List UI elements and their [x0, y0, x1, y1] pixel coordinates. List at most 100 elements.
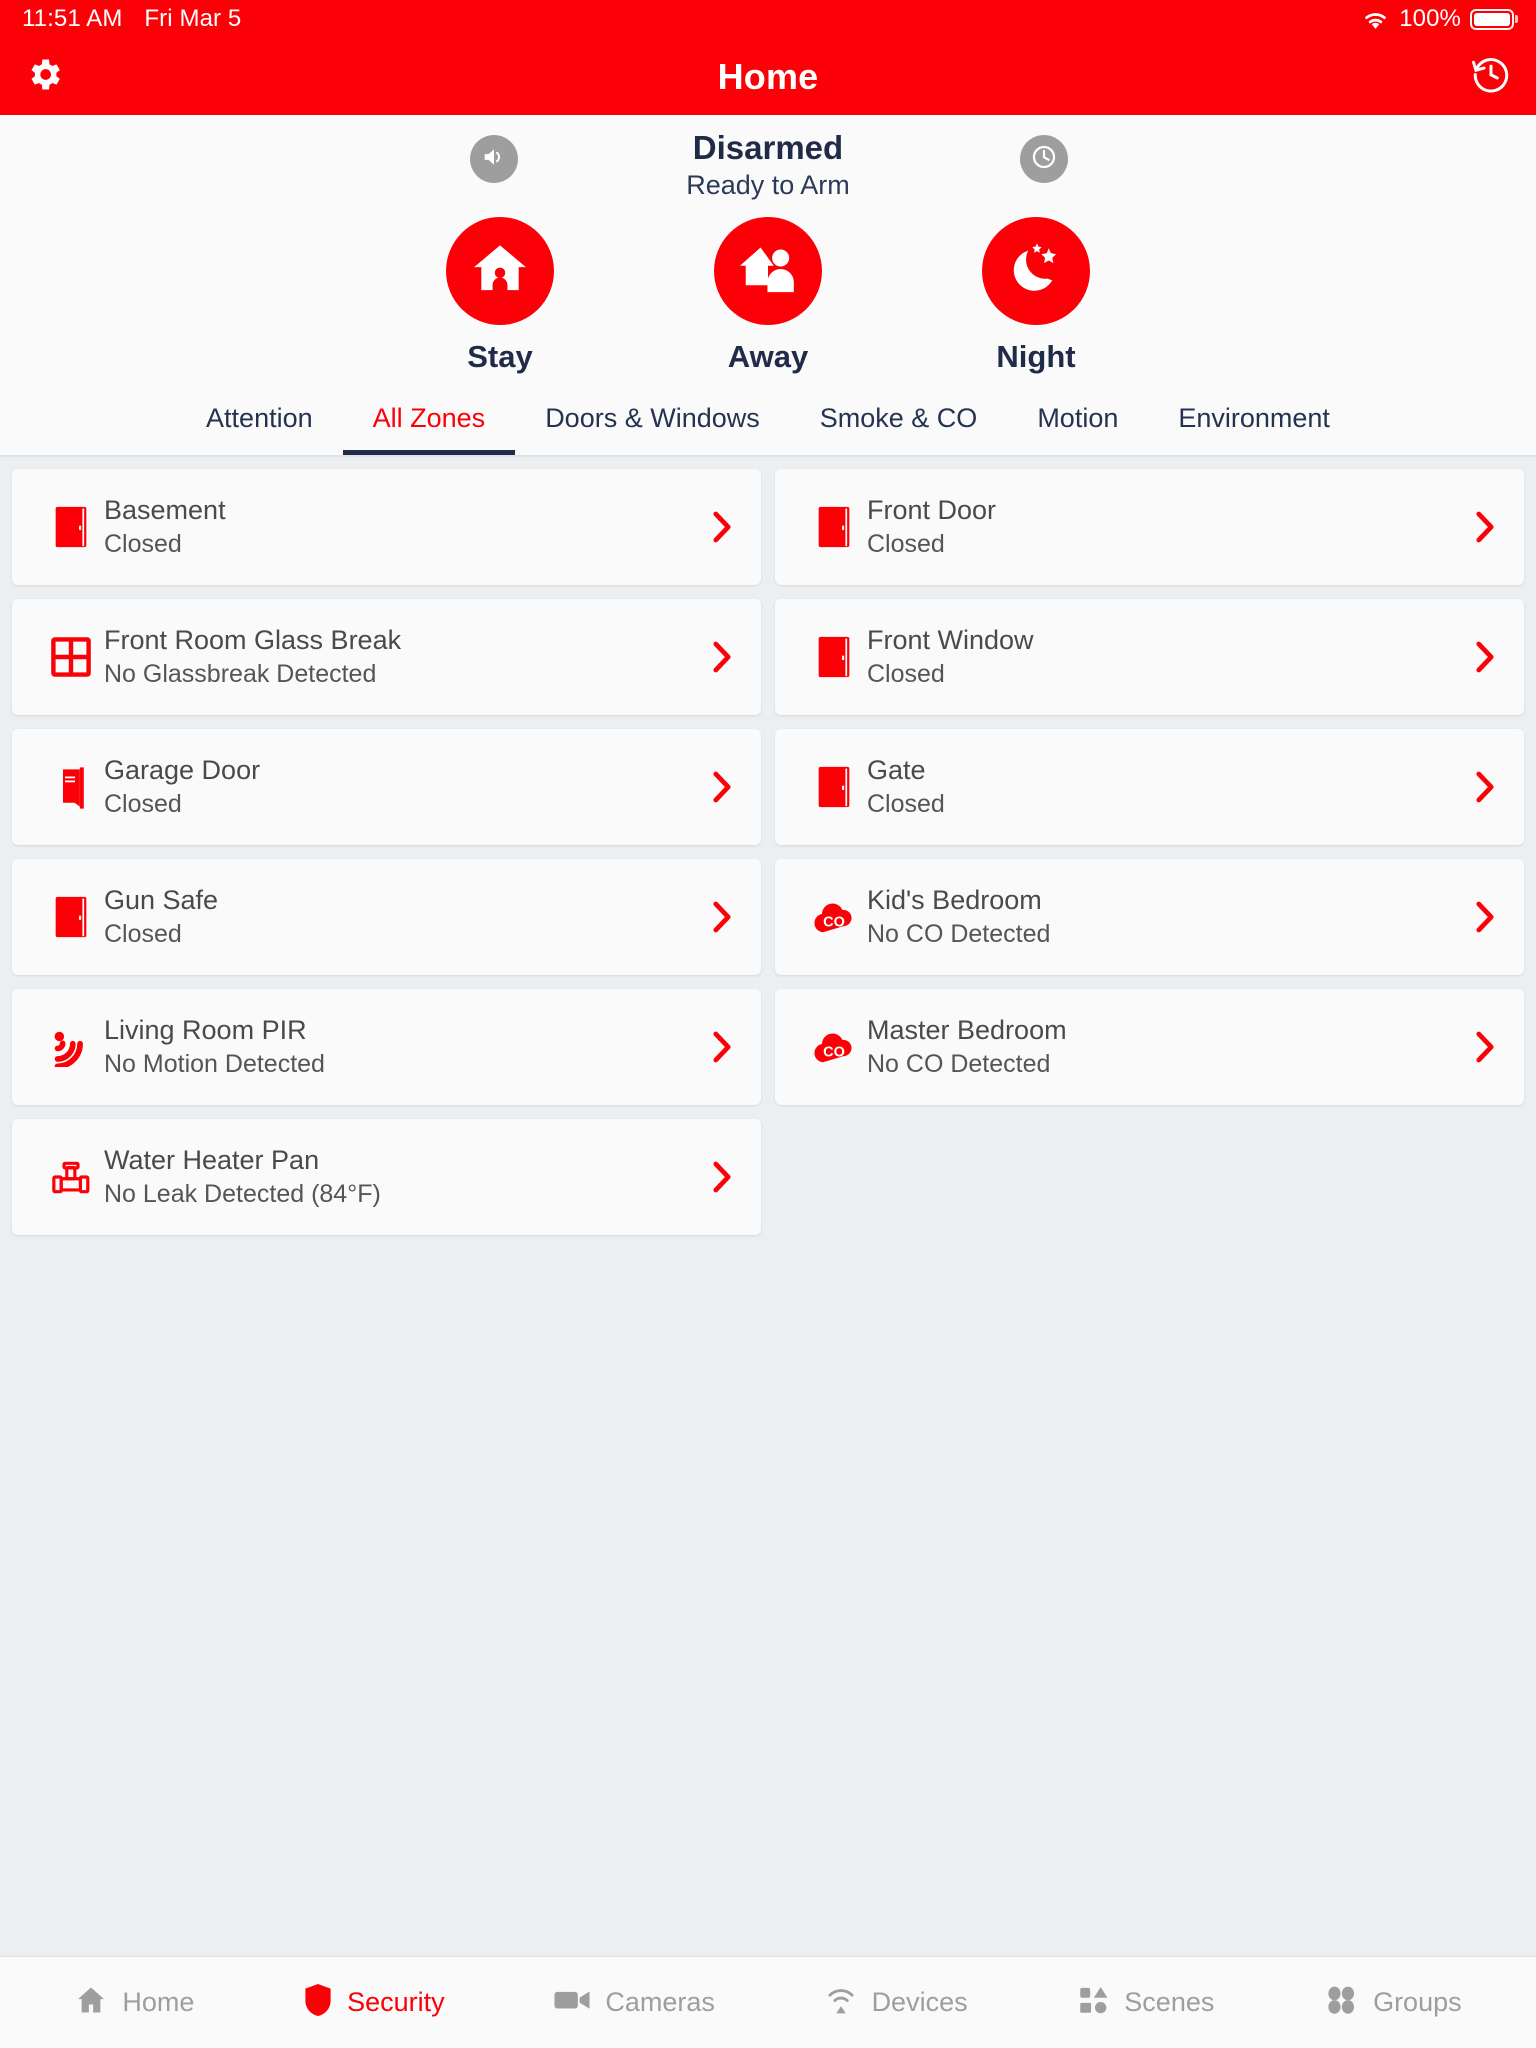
zone-name: Basement — [104, 494, 226, 525]
tab-motion[interactable]: Motion — [1007, 393, 1148, 455]
zone-state: No CO Detected — [867, 1049, 1051, 1078]
chevron-right-icon[interactable] — [1468, 770, 1502, 804]
window-icon — [38, 635, 104, 679]
zone-text: Water Heater Pan No Leak Detected (84°F) — [104, 1145, 705, 1208]
bottom-nav-item-security[interactable]: Security — [303, 1982, 445, 2023]
groups-icon — [1323, 1983, 1359, 2022]
zone-name: Front Door — [867, 494, 997, 525]
bottom-nav-label: Security — [347, 1987, 445, 2017]
zone-card[interactable]: Garage Door Closed — [12, 729, 761, 845]
status-bar-right: 100% — [1361, 5, 1514, 33]
bottom-nav-label: Devices — [871, 1987, 968, 2017]
tab-all-zones[interactable]: All Zones — [342, 393, 516, 455]
zone-state: Closed — [104, 919, 182, 948]
bottom-nav-label: Home — [122, 1987, 195, 2017]
tab-attention[interactable]: Attention — [176, 393, 343, 455]
chevron-right-icon[interactable] — [1468, 510, 1502, 544]
arm-away-button[interactable]: Away — [668, 217, 868, 375]
zone-state: No Leak Detected (84°F) — [104, 1179, 381, 1208]
status-bar: 11:51 AM Fri Mar 5 100% — [0, 0, 1536, 38]
motion-icon — [38, 1027, 104, 1067]
co-icon: CO — [801, 1027, 867, 1067]
zone-card[interactable]: Front Room Glass Break No Glassbreak Dete… — [12, 599, 761, 715]
arm-stay-label: Stay — [467, 339, 533, 374]
tab-doors-windows[interactable]: Doors & Windows — [515, 393, 790, 455]
bottom-nav-bar: Home Security Cameras Devices Scenes Groups — [0, 1956, 1536, 2048]
tab-smoke-co[interactable]: Smoke & CO — [790, 393, 1008, 455]
zone-name: Kid's Bedroom — [867, 884, 1042, 915]
house-icon — [74, 1983, 108, 2022]
speaker-icon — [480, 143, 508, 176]
zone-text: Gate Closed — [867, 754, 1468, 818]
timer-button[interactable] — [1020, 135, 1068, 183]
chevron-right-icon[interactable] — [1468, 1030, 1502, 1064]
door-icon — [38, 504, 104, 550]
arm-stay-button[interactable]: Stay — [400, 217, 600, 375]
chevron-right-icon[interactable] — [705, 510, 739, 544]
zone-card[interactable]: Basement Closed — [12, 469, 761, 585]
zone-card[interactable]: Living Room PIR No Motion Detected — [12, 989, 761, 1105]
zone-name: Living Room PIR — [104, 1014, 307, 1045]
bottom-nav-item-groups[interactable]: Groups — [1323, 1983, 1462, 2022]
water-pipe-icon — [38, 1156, 104, 1198]
battery-icon — [1470, 8, 1514, 30]
zone-text: Garage Door Closed — [104, 755, 705, 818]
zone-card[interactable]: Gate Closed — [775, 729, 1524, 845]
zone-card[interactable]: Gun Safe Closed — [12, 859, 761, 975]
arm-night-label: Night — [996, 339, 1076, 374]
system-status-row: Disarmed Ready to Arm — [0, 129, 1536, 202]
zone-card[interactable]: CO Kid's Bedroom No CO Detected — [775, 859, 1524, 975]
wifi-icon — [1361, 8, 1390, 30]
system-status-sub: Ready to Arm — [686, 169, 850, 200]
zone-text: Basement Closed — [104, 494, 705, 558]
chevron-right-icon[interactable] — [705, 1030, 739, 1064]
svg-text:CO: CO — [823, 915, 845, 931]
chevron-right-icon[interactable] — [1468, 640, 1502, 674]
chevron-right-icon[interactable] — [705, 1160, 739, 1194]
bottom-nav-item-cameras[interactable]: Cameras — [553, 1986, 715, 2019]
system-status-text: Disarmed Ready to Arm — [686, 129, 850, 202]
arm-stay-circle — [446, 217, 554, 325]
moon-stars-icon — [1004, 237, 1068, 306]
zone-name: Gate — [867, 754, 926, 785]
bottom-nav-item-home[interactable]: Home — [74, 1983, 194, 2022]
arm-night-button[interactable]: Night — [936, 217, 1136, 375]
zone-text: Master Bedroom No CO Detected — [867, 1014, 1468, 1078]
scenes-icon — [1076, 1983, 1110, 2022]
zone-text: Front Window Closed — [867, 625, 1468, 688]
bottom-nav-item-scenes[interactable]: Scenes — [1076, 1983, 1214, 2022]
chevron-right-icon[interactable] — [705, 770, 739, 804]
zone-state: No CO Detected — [867, 919, 1051, 948]
zone-card[interactable]: Front Window Closed — [775, 599, 1524, 715]
chevron-right-icon[interactable] — [1468, 900, 1502, 934]
zone-filter-tabs: Attention All Zones Doors & Windows Smoke &… — [0, 381, 1536, 457]
settings-button[interactable] — [24, 54, 64, 99]
house-walking-person-icon — [735, 236, 801, 307]
bottom-nav-label: Cameras — [605, 1987, 715, 2017]
bottom-nav-label: Groups — [1373, 1987, 1462, 2017]
house-person-icon — [467, 236, 533, 307]
zone-card[interactable]: Front Door Closed — [775, 469, 1524, 585]
door-icon — [801, 764, 867, 810]
zone-name: Master Bedroom — [867, 1014, 1067, 1045]
zone-card[interactable]: CO Master Bedroom No CO Detected — [775, 989, 1524, 1105]
zone-text: Kid's Bedroom No CO Detected — [867, 884, 1468, 948]
zone-state: Closed — [867, 659, 945, 688]
zone-name: Front Room Glass Break — [104, 624, 402, 655]
chevron-right-icon[interactable] — [705, 900, 739, 934]
zone-list-container: Basement Closed Front Door Closed Front Room… — [0, 457, 1536, 1956]
clock-icon — [1030, 143, 1058, 176]
bottom-nav-item-devices[interactable]: Devices — [824, 1983, 968, 2022]
zone-text: Front Door Closed — [867, 494, 1468, 558]
arm-buttons: Stay Away Night — [400, 217, 1136, 375]
door-icon — [801, 634, 867, 680]
shield-icon — [303, 1982, 333, 2023]
history-button[interactable] — [1470, 53, 1512, 100]
speaker-toggle-button[interactable] — [470, 135, 518, 183]
tab-environment[interactable]: Environment — [1148, 393, 1360, 455]
zone-state: Closed — [867, 789, 945, 818]
status-time: 11:51 AM — [22, 5, 123, 32]
chevron-right-icon[interactable] — [705, 640, 739, 674]
zone-card[interactable]: Water Heater Pan No Leak Detected (84°F) — [12, 1119, 761, 1235]
arm-panel: Disarmed Ready to Arm Stay Away Night — [0, 115, 1536, 381]
